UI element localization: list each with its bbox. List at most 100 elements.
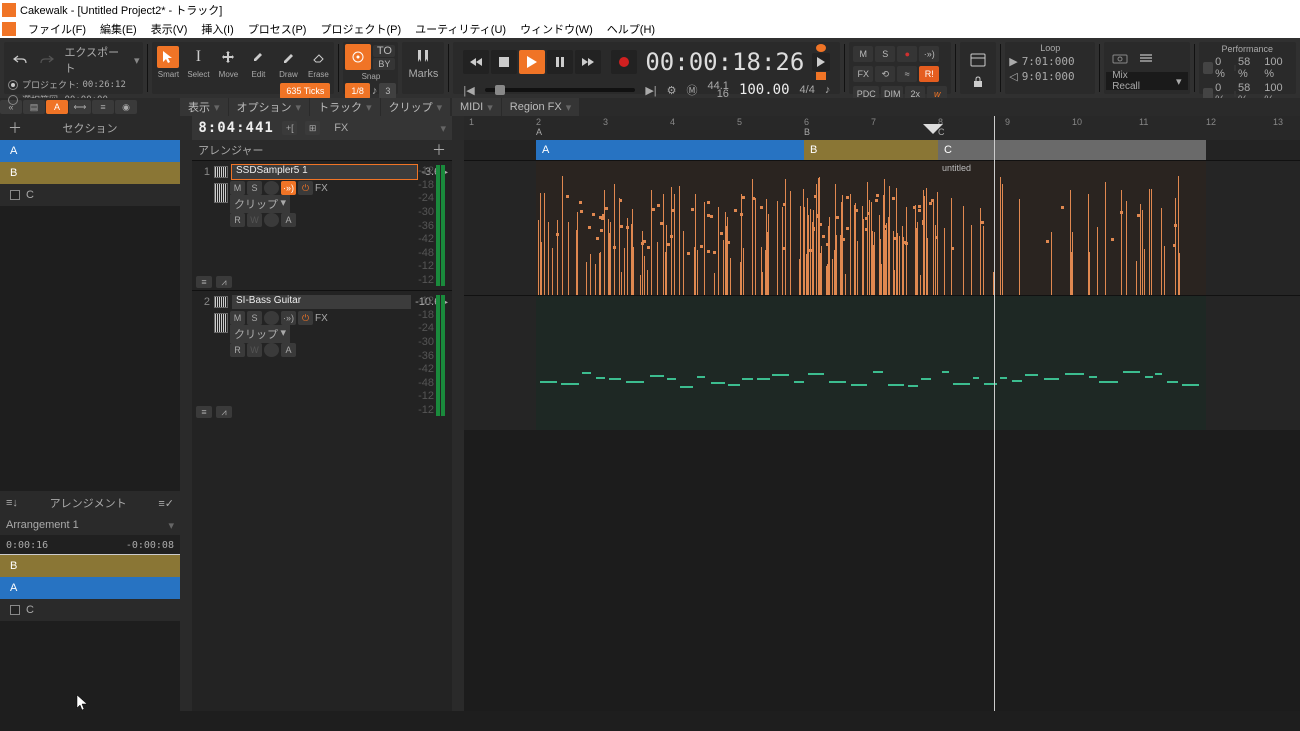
arranger-lane[interactable]: A B C xyxy=(464,140,1300,160)
track-2[interactable]: 2 SI-Bass Guitar -10.6 ▸ M S ·») ⏻ FX クリ… xyxy=(192,290,452,420)
radio-project[interactable] xyxy=(8,80,18,90)
take-lane-icon[interactable]: ⩘ xyxy=(216,406,232,418)
mix-recall-dropdown[interactable]: ▾ xyxy=(1176,75,1182,88)
subbtn-clip[interactable]: クリップ ▾ xyxy=(381,98,451,116)
read-button[interactable]: R xyxy=(230,343,245,357)
marks-icon[interactable] xyxy=(411,44,435,68)
settings-icon[interactable]: ⚙ xyxy=(667,84,677,97)
write-button[interactable]: W xyxy=(247,213,262,227)
lock-button[interactable] xyxy=(964,74,992,90)
track-fx[interactable]: FX xyxy=(315,313,328,324)
record-button[interactable] xyxy=(611,50,637,74)
tool-draw[interactable]: Draw xyxy=(274,44,302,79)
snap-by[interactable]: BY xyxy=(373,58,395,70)
menu-help[interactable]: ヘルプ(H) xyxy=(601,21,661,37)
echo-button[interactable]: ·») xyxy=(281,311,296,325)
loop-end-icon[interactable]: ◁ xyxy=(1009,70,1017,83)
offset-button[interactable] xyxy=(264,213,279,227)
take-lane-icon[interactable]: ⩘ xyxy=(216,276,232,288)
snap-toggle[interactable] xyxy=(345,44,371,70)
now-sel-button[interactable]: ⊞ xyxy=(305,121,320,135)
global-fx[interactable]: FX xyxy=(853,66,873,82)
mode-indicator[interactable] xyxy=(816,44,826,52)
track-name[interactable]: SI-Bass Guitar xyxy=(232,295,411,309)
midi-clip[interactable]: untitled xyxy=(938,161,1206,295)
rewind-button[interactable] xyxy=(463,50,489,74)
reset-indicator[interactable]: R! xyxy=(919,66,939,82)
export-label[interactable]: エクスポート xyxy=(62,44,130,76)
loop-start[interactable]: 7:01:000 xyxy=(1022,55,1075,68)
key-icon[interactable]: ♪ xyxy=(825,84,831,96)
stop-button[interactable] xyxy=(491,50,517,74)
time-ruler[interactable]: 1 2 A 3 4 5 6 B 7 8 C 9 10 11 12 13 xyxy=(464,116,1300,140)
global-mute[interactable]: M xyxy=(853,46,873,62)
track-1[interactable]: 1 SSDSampler5 1 -3.6 ▸ M S ·») ⏻ FX クリップ… xyxy=(192,160,452,290)
mute-button[interactable]: M xyxy=(230,311,245,325)
playhead[interactable] xyxy=(994,116,995,711)
tool-edit[interactable]: Edit xyxy=(244,44,272,79)
menu-file[interactable]: ファイル(F) xyxy=(22,21,92,37)
read-button[interactable]: R xyxy=(230,213,245,227)
global-automation[interactable]: ≈ xyxy=(897,66,917,82)
loop-button[interactable]: ◉ xyxy=(115,100,137,114)
fx-power[interactable]: ⏻ xyxy=(298,181,313,195)
track-fx[interactable]: FX xyxy=(315,183,328,194)
redo-button[interactable] xyxy=(35,48,58,72)
piano-icon[interactable] xyxy=(214,313,228,333)
arr-item-c[interactable]: C xyxy=(0,599,180,621)
clip-lane-1[interactable]: untitled xyxy=(464,160,1300,295)
metronome-icon[interactable]: Ⓜ xyxy=(687,82,698,98)
menu-window[interactable]: ウィンドウ(W) xyxy=(514,21,599,37)
fx-dropdown-icon[interactable]: ▾ xyxy=(440,122,446,135)
arr-sort-icon[interactable]: ≡↓ xyxy=(6,497,18,509)
add-arranger-button[interactable]: ＋ xyxy=(432,140,446,160)
arm-button[interactable] xyxy=(264,181,279,195)
snapshot-menu[interactable] xyxy=(1134,46,1158,70)
add-section-button[interactable]: ＋ xyxy=(8,118,22,138)
menu-process[interactable]: プロセス(P) xyxy=(242,21,313,37)
bus-view-button[interactable]: ⟷ xyxy=(69,100,91,114)
subbtn-view[interactable]: 表示 ▾ xyxy=(180,98,228,116)
arranger-seg-c[interactable]: C xyxy=(938,140,1206,160)
tool-smart[interactable]: Smart xyxy=(154,44,182,79)
menu-insert[interactable]: 挿入(I) xyxy=(195,21,239,37)
timesig-display[interactable]: 4/4 xyxy=(800,84,815,96)
time-display[interactable]: 00:00:18:26 xyxy=(639,48,810,76)
archive-button[interactable]: A xyxy=(281,343,296,357)
midi-clip[interactable] xyxy=(536,296,804,430)
now-time[interactable]: 8:04:441 xyxy=(198,120,274,136)
ticks-display[interactable]: 635 Ticks xyxy=(280,83,330,99)
section-c[interactable]: C xyxy=(0,184,180,206)
tool-erase[interactable]: Erase xyxy=(304,44,332,79)
subbtn-midi[interactable]: MIDI ▾ xyxy=(452,98,501,116)
tool-select[interactable]: ISelect xyxy=(184,44,212,79)
rec-indicator[interactable] xyxy=(816,72,826,80)
arranger-view-button[interactable]: A xyxy=(46,100,68,114)
snap-tuplet[interactable]: 3 xyxy=(379,83,396,99)
echo-button[interactable]: ·») xyxy=(281,181,296,195)
midi-clip[interactable] xyxy=(536,161,804,295)
arrangement-select[interactable]: Arrangement 1▾ xyxy=(0,515,180,535)
solo-button[interactable]: S xyxy=(247,181,262,195)
pause-button[interactable] xyxy=(547,50,573,74)
midi-clip[interactable] xyxy=(938,296,1206,430)
auto-lane-icon[interactable]: ≡ xyxy=(196,276,212,288)
piano-icon[interactable] xyxy=(214,183,228,203)
archive-button[interactable]: A xyxy=(281,213,296,227)
offset-button[interactable] xyxy=(264,343,279,357)
subbtn-regionfx[interactable]: Region FX ▾ xyxy=(502,98,580,116)
seek-slider[interactable] xyxy=(485,88,636,92)
mix-recall-label[interactable]: Mix Recall xyxy=(1112,70,1156,92)
arr-check-icon[interactable]: ≡✓ xyxy=(158,497,174,510)
clip-dropdown[interactable]: クリップ▾ xyxy=(230,325,290,343)
section-a[interactable]: A xyxy=(0,140,180,162)
menu-edit[interactable]: 編集(E) xyxy=(94,21,143,37)
solo-button[interactable]: S xyxy=(247,311,262,325)
arr-item-a[interactable]: A xyxy=(0,577,180,599)
now-in-button[interactable]: +[ xyxy=(282,121,297,135)
subbtn-option[interactable]: オプション ▾ xyxy=(229,98,310,116)
list-button[interactable]: ≡ xyxy=(92,100,114,114)
global-echo[interactable]: ·») xyxy=(919,46,939,62)
arr-item-b[interactable]: B xyxy=(0,555,180,577)
clip-lane-2[interactable] xyxy=(464,295,1300,430)
